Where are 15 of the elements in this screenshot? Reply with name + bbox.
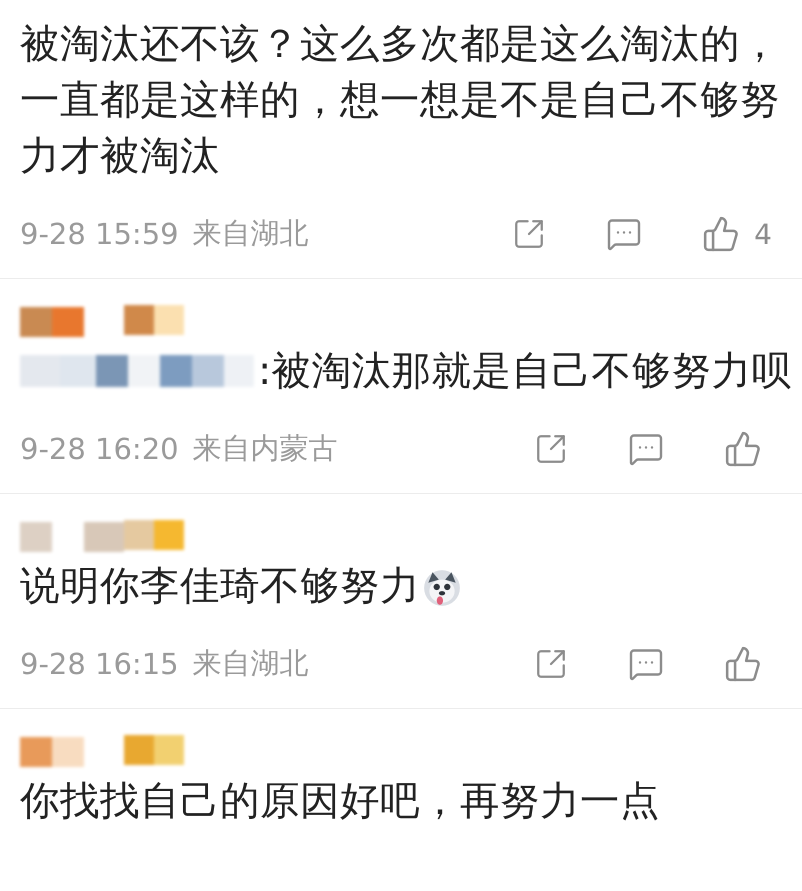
share-icon[interactable] <box>534 432 568 466</box>
like-button[interactable] <box>724 645 762 683</box>
comment-location: 来自内蒙古 <box>192 430 338 467</box>
comment-time: 9-28 16:15 <box>20 647 179 681</box>
like-button[interactable] <box>724 430 762 468</box>
comment-text: 被淘汰还不该？这么多次都是这么淘汰的，一直都是这样的，想一想是不是自己不够努力才被淘汰 <box>20 21 780 179</box>
share-icon[interactable] <box>534 647 568 681</box>
like-button[interactable]: 4 <box>702 215 772 253</box>
comment-text: 说明你李佳琦不够努力 <box>20 563 420 609</box>
comment-time: 9-28 15:59 <box>20 217 179 251</box>
comment-location: 来自湖北 <box>192 645 309 682</box>
comment-text: :被淘汰那就是自己不够努力呗 <box>258 347 792 396</box>
comment-location: 来自湖北 <box>192 215 309 252</box>
comment-text: 你找找自己的原因好吧，再努力一点 <box>20 778 660 824</box>
comment-time: 9-28 16:20 <box>20 432 179 466</box>
